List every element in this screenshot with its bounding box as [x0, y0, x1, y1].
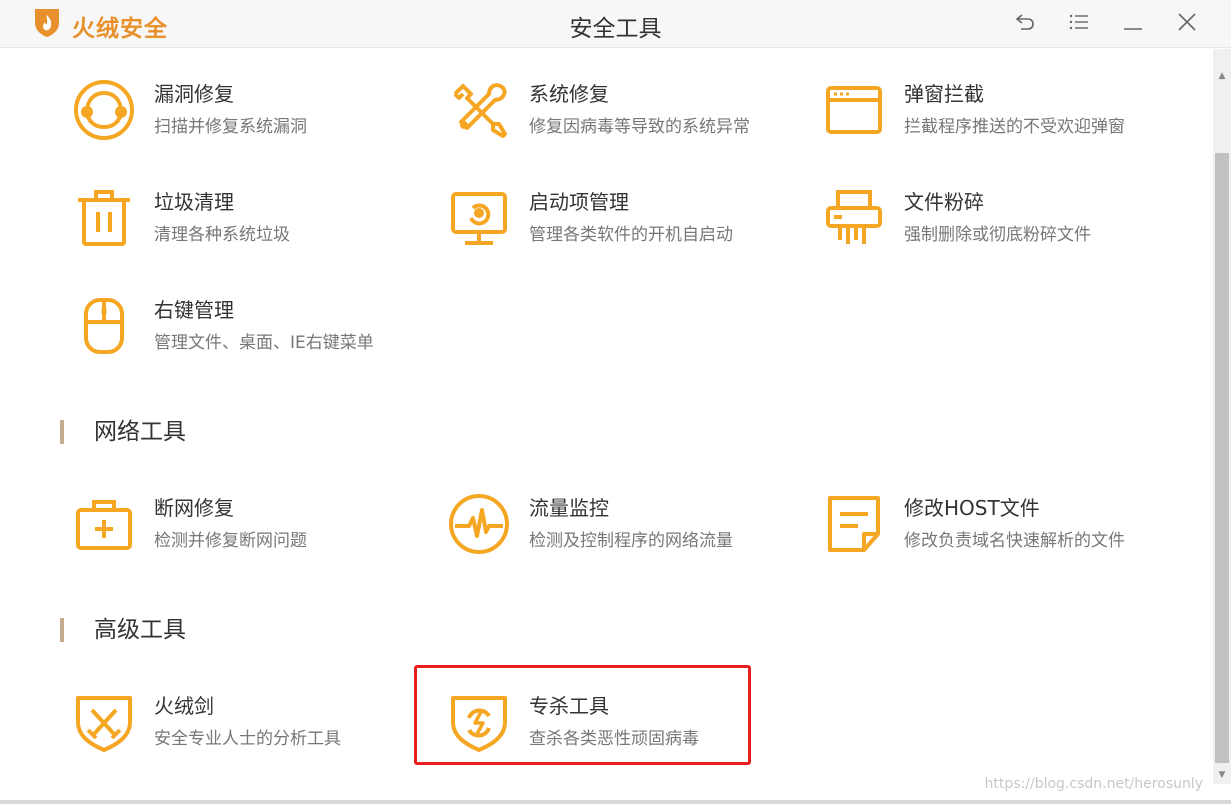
- tool-name: 漏洞修复: [154, 82, 234, 106]
- scroll-thumb[interactable]: [1215, 153, 1229, 763]
- bottom-divider: [0, 800, 1231, 804]
- tool-desc: 扫描并修复系统漏洞: [154, 117, 307, 137]
- tool-name: 右键管理: [154, 298, 234, 322]
- scroll-up-arrow-icon[interactable]: ▲: [1213, 67, 1231, 85]
- minimize-button[interactable]: [1121, 10, 1145, 34]
- tool-network-repair[interactable]: 断网修复 检测并修复断网问题: [72, 484, 412, 564]
- tool-traffic-monitor[interactable]: 流量监控 检测及控制程序的网络流量: [447, 484, 787, 564]
- tool-desc: 安全专业人士的分析工具: [154, 729, 341, 749]
- tool-desc: 检测及控制程序的网络流量: [529, 531, 733, 551]
- highlight-box: [414, 665, 751, 765]
- tool-desc: 强制删除或彻底粉碎文件: [904, 225, 1091, 245]
- tool-desc: 修改负责域名快速解析的文件: [904, 531, 1125, 551]
- tool-vuln-repair[interactable]: 漏洞修复 扫描并修复系统漏洞: [72, 70, 412, 150]
- tool-startup-manager[interactable]: 启动项管理 管理各类软件的开机自启动: [447, 178, 787, 258]
- tool-edit-hosts[interactable]: 修改HOST文件 修改负责域名快速解析的文件: [822, 484, 1162, 564]
- medkit-icon: [72, 492, 136, 556]
- scroll-down-arrow-icon[interactable]: ▼: [1213, 766, 1231, 784]
- tool-desc: 修复因病毒等导致的系统异常: [529, 117, 750, 137]
- tool-desc: 检测并修复断网问题: [154, 531, 307, 551]
- close-icon: [1178, 13, 1196, 31]
- section-title-advanced: 高级工具: [60, 615, 186, 645]
- minimize-icon: [1124, 28, 1142, 30]
- section-title-network: 网络工具: [60, 417, 186, 447]
- mouse-icon: [72, 294, 136, 358]
- title-bar: 火绒安全 安全工具: [0, 0, 1231, 48]
- tool-name: 文件粉碎: [904, 190, 984, 214]
- tool-name: 修改HOST文件: [904, 496, 1040, 520]
- watermark: https://blog.csdn.net/herosunly: [984, 776, 1203, 792]
- back-button[interactable]: [1013, 10, 1037, 34]
- tool-desc: 管理各类软件的开机自启动: [529, 225, 733, 245]
- tool-desc: 管理文件、桌面、IE右键菜单: [154, 333, 374, 353]
- tool-name: 系统修复: [529, 82, 609, 106]
- tool-huorong-sword[interactable]: 火绒剑 安全专业人士的分析工具: [72, 682, 412, 762]
- trash-icon: [72, 186, 136, 250]
- tool-file-shredder[interactable]: 文件粉碎 强制删除或彻底粉碎文件: [822, 178, 1162, 258]
- tool-desc: 清理各种系统垃圾: [154, 225, 290, 245]
- tool-desc: 拦截程序推送的不受欢迎弹窗: [904, 117, 1125, 137]
- tools-panel: 漏洞修复 扫描并修复系统漏洞 系统修复 修复因病毒等导致的系统异常 弹窗拦截 拦…: [0, 49, 1213, 799]
- tool-name: 火绒剑: [154, 694, 214, 718]
- tool-name: 弹窗拦截: [904, 82, 984, 106]
- close-button[interactable]: [1175, 10, 1199, 34]
- tool-context-menu[interactable]: 右键管理 管理文件、桌面、IE右键菜单: [72, 286, 412, 366]
- tool-junk-clean[interactable]: 垃圾清理 清理各种系统垃圾: [72, 178, 412, 258]
- vuln-repair-icon: [72, 78, 136, 142]
- shredder-icon: [822, 186, 886, 250]
- popup-window-icon: [822, 78, 886, 142]
- tool-name: 断网修复: [154, 496, 234, 520]
- menu-button[interactable]: [1067, 10, 1091, 34]
- tool-system-repair[interactable]: 系统修复 修复因病毒等导致的系统异常: [447, 70, 787, 150]
- sword-shield-icon: [72, 690, 136, 754]
- tool-name: 启动项管理: [529, 190, 629, 214]
- menu-list-icon: [1069, 14, 1088, 30]
- window-title: 安全工具: [569, 16, 662, 42]
- monitor-startup-icon: [447, 186, 511, 250]
- vertical-scrollbar[interactable]: ▲ ▼: [1213, 49, 1231, 784]
- note-icon: [822, 492, 886, 556]
- wrench-screwdriver-icon: [447, 78, 511, 142]
- tool-popup-block[interactable]: 弹窗拦截 拦截程序推送的不受欢迎弹窗: [822, 70, 1162, 150]
- back-arrow-icon: [1015, 14, 1034, 30]
- tool-name: 垃圾清理: [154, 190, 234, 214]
- tool-name: 流量监控: [529, 496, 609, 520]
- traffic-monitor-icon: [447, 492, 511, 556]
